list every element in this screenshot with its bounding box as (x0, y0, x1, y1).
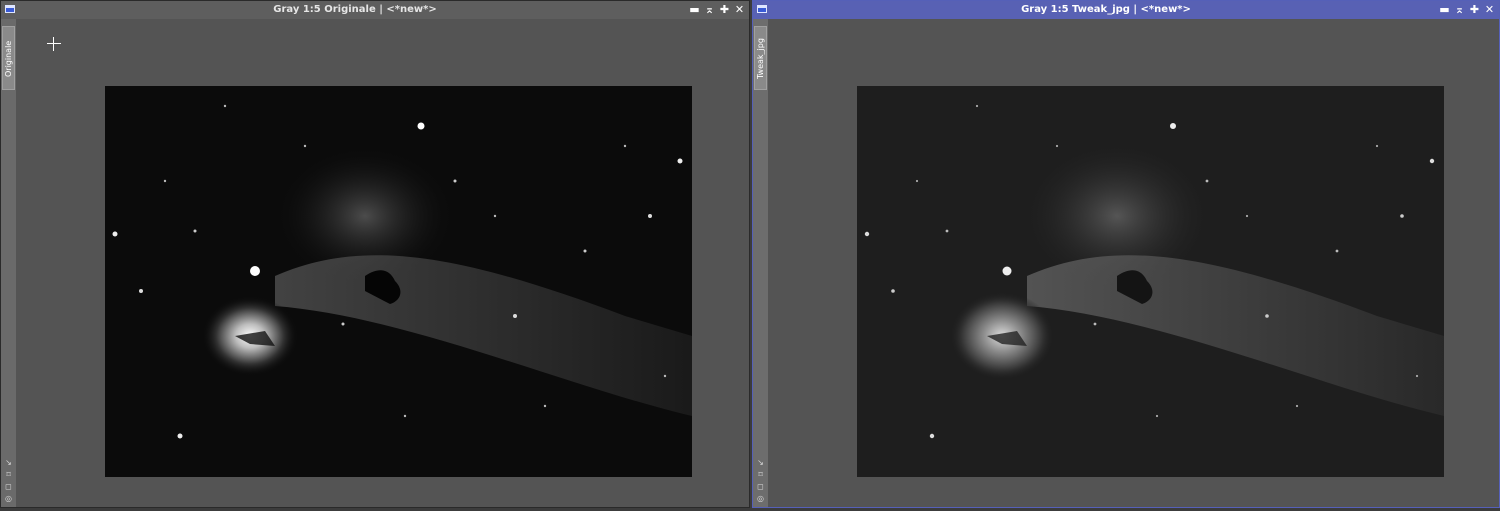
tab-label: Originale (4, 40, 13, 78)
image-window-tweak[interactable]: Gray 1:5 Tweak_jpg | <*new*> ▬ ⌅ ✚ ✕ Twe… (752, 0, 1500, 508)
image-canvas[interactable] (768, 19, 1499, 507)
crosshair-cursor-icon (47, 37, 61, 51)
minimize-icon[interactable]: ▬ (689, 1, 700, 19)
zoom-fit-icon[interactable]: ↘ (5, 458, 12, 467)
astro-image[interactable] (857, 86, 1444, 477)
window-titlebar[interactable]: Gray 1:5 Tweak_jpg | <*new*> ▬ ⌅ ✚ ✕ (753, 1, 1499, 19)
window-sidebar: Tweak_jpg ↘ ⌑ ◻ ◎ (753, 19, 768, 507)
shade-icon[interactable]: ⌅ (704, 1, 715, 19)
tab-label: Tweak_jpg (756, 38, 765, 80)
target-icon[interactable]: ◎ (5, 494, 12, 503)
shade-icon[interactable]: ⌅ (1454, 1, 1465, 19)
crop-icon[interactable]: ◻ (757, 482, 764, 491)
image-window-originale[interactable]: Gray 1:5 Originale | <*new*> ▬ ⌅ ✚ ✕ Ori… (0, 0, 750, 508)
maximize-icon[interactable]: ✚ (719, 1, 730, 19)
crop-icon[interactable]: ◻ (5, 482, 12, 491)
link-icon[interactable]: ⌑ (6, 470, 10, 479)
target-icon[interactable]: ◎ (757, 494, 764, 503)
window-title: Gray 1:5 Tweak_jpg | <*new*> (1021, 4, 1191, 15)
minimize-icon[interactable]: ▬ (1439, 1, 1450, 19)
maximize-icon[interactable]: ✚ (1469, 1, 1480, 19)
close-icon[interactable]: ✕ (734, 1, 745, 19)
window-sidebar: Originale ↘ ⌑ ◻ ◎ (1, 19, 16, 507)
window-icon[interactable] (5, 5, 15, 13)
window-title: Gray 1:5 Originale | <*new*> (273, 4, 437, 15)
window-icon[interactable] (757, 5, 767, 13)
close-icon[interactable]: ✕ (1484, 1, 1495, 19)
window-titlebar[interactable]: Gray 1:5 Originale | <*new*> ▬ ⌅ ✚ ✕ (1, 1, 749, 19)
image-canvas[interactable] (16, 19, 749, 507)
zoom-fit-icon[interactable]: ↘ (757, 458, 764, 467)
astro-image[interactable] (105, 86, 692, 477)
tab-tweak-jpg[interactable]: Tweak_jpg (754, 26, 767, 90)
tab-originale[interactable]: Originale (2, 26, 15, 90)
link-icon[interactable]: ⌑ (758, 470, 762, 479)
